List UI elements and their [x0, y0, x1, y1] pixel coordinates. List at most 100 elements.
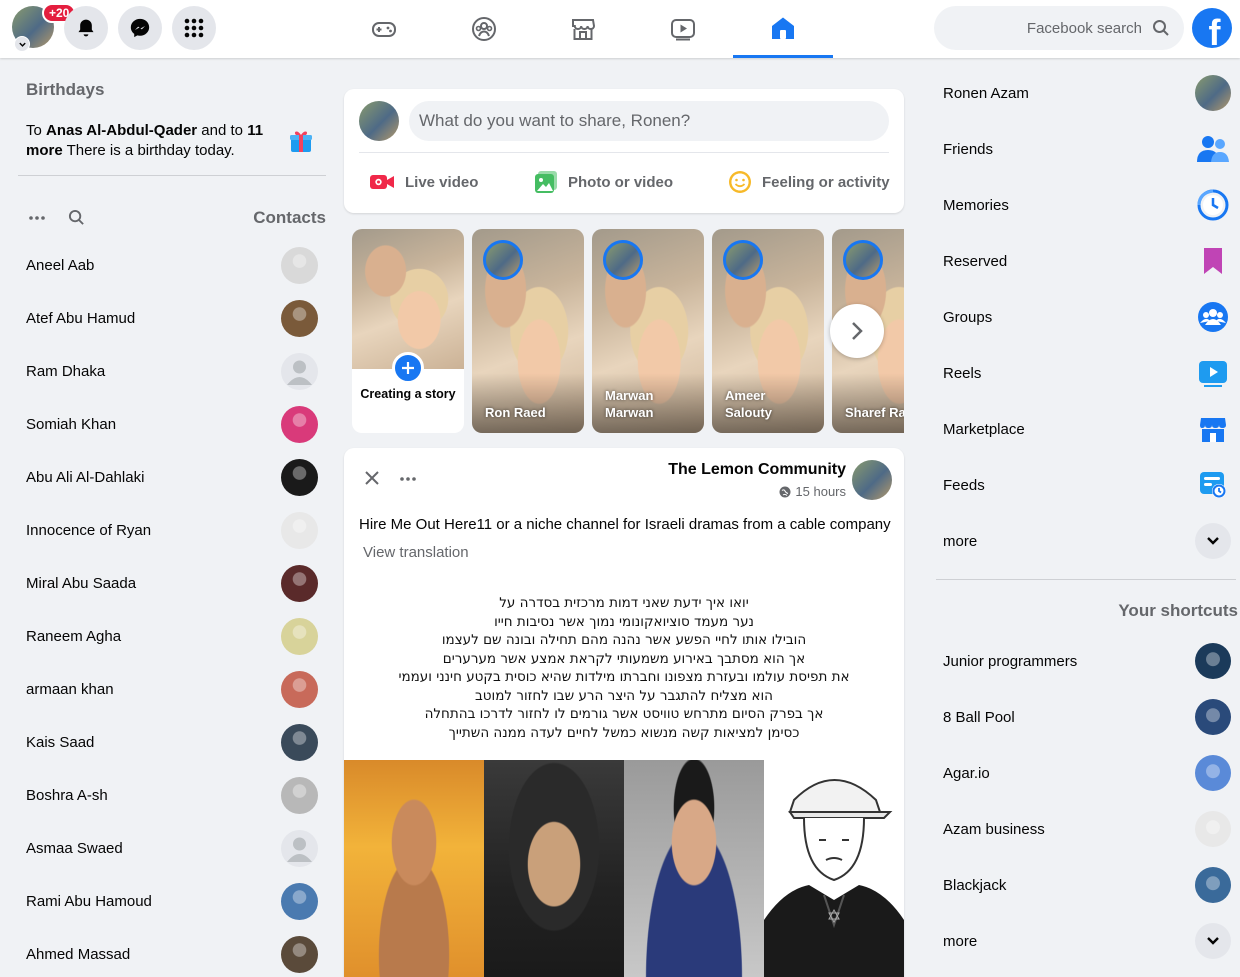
shortcut-label: Blackjack	[943, 876, 1007, 894]
contact-item[interactable]: Asmaa Swaed	[0, 822, 340, 875]
photo-video-label: Photo or video	[568, 173, 673, 191]
sidebar-item-feeds[interactable]: Feeds	[936, 457, 1236, 513]
post-timestamp[interactable]: 15 hours	[779, 484, 846, 499]
post-text-line: הובילו אותו לחיי הפשע אשר נהנה מהם תחילה…	[441, 632, 807, 648]
avatar	[1195, 75, 1231, 111]
avatar[interactable]	[852, 460, 892, 500]
search-placeholder: Facebook search	[1026, 19, 1142, 37]
sidebar-item-more[interactable]: more	[936, 513, 1236, 569]
chevron-down-icon[interactable]	[14, 36, 30, 52]
contact-item[interactable]: armaan khan	[0, 663, 340, 716]
post-author[interactable]: The Lemon Community	[668, 461, 846, 479]
tab-marketplace[interactable]	[533, 0, 633, 58]
shortcut-item[interactable]: Blackjack	[936, 857, 1236, 913]
avatar	[281, 883, 318, 920]
left-sidebar: Birthdays To Anas Al-Abdul-Qader and to …	[0, 58, 340, 977]
post-image[interactable]	[344, 760, 904, 977]
sidebar-item-groups[interactable]: Groups	[936, 289, 1236, 345]
photo-video-button[interactable]: Photo or video	[534, 169, 673, 195]
story-card[interactable]: Ameer Salouty	[712, 229, 824, 433]
sidebar-item-reserved[interactable]: Reserved	[936, 233, 1236, 289]
sidebar-item-label: Groups	[943, 308, 993, 326]
birthday-name[interactable]: Anas Al-Abdul-Qader	[46, 122, 197, 139]
messenger-button[interactable]	[118, 6, 162, 50]
story-card[interactable]: Ron Raed	[472, 229, 584, 433]
contact-name: Aneel Aab	[26, 257, 95, 274]
shortcut-item[interactable]: 8 Ball Pool	[936, 689, 1236, 745]
avatar[interactable]	[359, 101, 399, 141]
memories-icon	[1195, 187, 1231, 223]
tab-home[interactable]	[733, 0, 833, 58]
story-author: Sharef Ra	[845, 405, 904, 420]
post-hebrew-text: יואו איך ידעת שאני דמות מרכזית בסדרה על נ…	[344, 594, 904, 742]
contact-item[interactable]: Rami Abu Hamoud	[0, 875, 340, 928]
contact-item[interactable]: Ram Dhaka	[0, 345, 340, 398]
shortcut-item[interactable]: Azam business	[936, 801, 1236, 857]
contact-item[interactable]: Aneel Aab	[0, 239, 340, 292]
birthday-notice[interactable]: To Anas Al-Abdul-Qader and to 11 more Th…	[26, 121, 276, 161]
contact-name: Raneem Agha	[26, 628, 122, 645]
feeling-activity-button[interactable]: Feeling or activity	[728, 169, 890, 195]
post-time-label: 15 hours	[795, 484, 846, 499]
avatar	[281, 353, 318, 390]
contact-item[interactable]: Somiah Khan	[0, 398, 340, 451]
composer-input[interactable]: What do you want to share, Ronen?	[409, 101, 889, 141]
contact-item[interactable]: Raneem Agha	[0, 610, 340, 663]
live-video-button[interactable]: Live video	[369, 169, 478, 195]
contact-name: Kais Saad	[26, 734, 95, 751]
shortcut-item[interactable]: Agar.io	[936, 745, 1236, 801]
tab-gaming[interactable]	[334, 0, 434, 58]
story-author: Marwan Marwan	[605, 388, 654, 420]
story-card[interactable]: Marwan Marwan	[592, 229, 704, 433]
avatar	[281, 618, 318, 655]
contact-list: Aneel Aab Atef Abu Hamud Ram Dhaka Somiah K…	[0, 239, 340, 977]
shortcut-item[interactable]: Junior programmers	[936, 633, 1236, 689]
search-contacts-icon[interactable]	[68, 209, 85, 226]
search-input[interactable]: Facebook search	[934, 6, 1184, 50]
tab-groups[interactable]	[434, 0, 534, 58]
post-text-line: יואו איך ידעת שאני דמות מרכזית בסדרה על	[499, 595, 749, 611]
sidebar-item-memories[interactable]: Memories	[936, 177, 1236, 233]
menu-button[interactable]	[172, 6, 216, 50]
story-shade	[472, 373, 584, 433]
contact-name: Ahmed Massad	[26, 946, 131, 963]
contact-item[interactable]: Miral Abu Saada	[0, 557, 340, 610]
avatar	[281, 777, 318, 814]
contact-item[interactable]: Boshra A-sh	[0, 769, 340, 822]
more-options-icon[interactable]	[29, 216, 45, 220]
facebook-logo[interactable]: f	[1192, 8, 1232, 48]
contact-item[interactable]: Kais Saad	[0, 716, 340, 769]
notifications-button[interactable]	[64, 6, 108, 50]
sidebar-item-friends[interactable]: Friends	[936, 121, 1236, 177]
sidebar-divider	[936, 579, 1236, 580]
more-options-icon[interactable]	[399, 470, 417, 488]
sidebar-item-marketplace[interactable]: Marketplace	[936, 401, 1236, 457]
shortcut-label: Azam business	[943, 820, 1045, 838]
shortcut-label: 8 Ball Pool	[943, 708, 1015, 726]
stories-next-button[interactable]	[830, 304, 884, 358]
marketplace-icon	[572, 19, 596, 40]
contact-item[interactable]: Ahmed Massad	[0, 928, 340, 977]
sidebar-item-reels[interactable]: Reels	[936, 345, 1236, 401]
create-story-card[interactable]: Creating a story	[352, 229, 464, 433]
contact-item[interactable]: Atef Abu Hamud	[0, 292, 340, 345]
sidebar-item-label: Feeds	[943, 476, 985, 494]
tab-watch[interactable]	[633, 0, 733, 58]
contact-name: Somiah Khan	[26, 416, 117, 433]
view-translation-link[interactable]: View translation	[363, 544, 469, 561]
feeling-activity-label: Feeling or activity	[762, 173, 890, 191]
contact-item[interactable]: Innocence of Ryan	[0, 504, 340, 557]
friends-icon	[1195, 131, 1231, 167]
feeds-icon	[1195, 467, 1231, 503]
contact-item[interactable]: Abu Ali Al-Dahlaki	[0, 451, 340, 504]
feeling-icon	[729, 171, 751, 193]
post-image-panel	[764, 760, 904, 977]
sidebar-item-label: Marketplace	[943, 420, 1025, 438]
avatar	[281, 300, 318, 337]
shortcut-item[interactable]: more	[936, 913, 1236, 969]
close-icon[interactable]	[364, 470, 380, 486]
sidebar-item-ronen-azam[interactable]: Ronen Azam	[936, 65, 1236, 121]
birthday-prefix: To	[26, 122, 47, 139]
shortcut-label: more	[943, 932, 978, 950]
avatar	[281, 724, 318, 761]
